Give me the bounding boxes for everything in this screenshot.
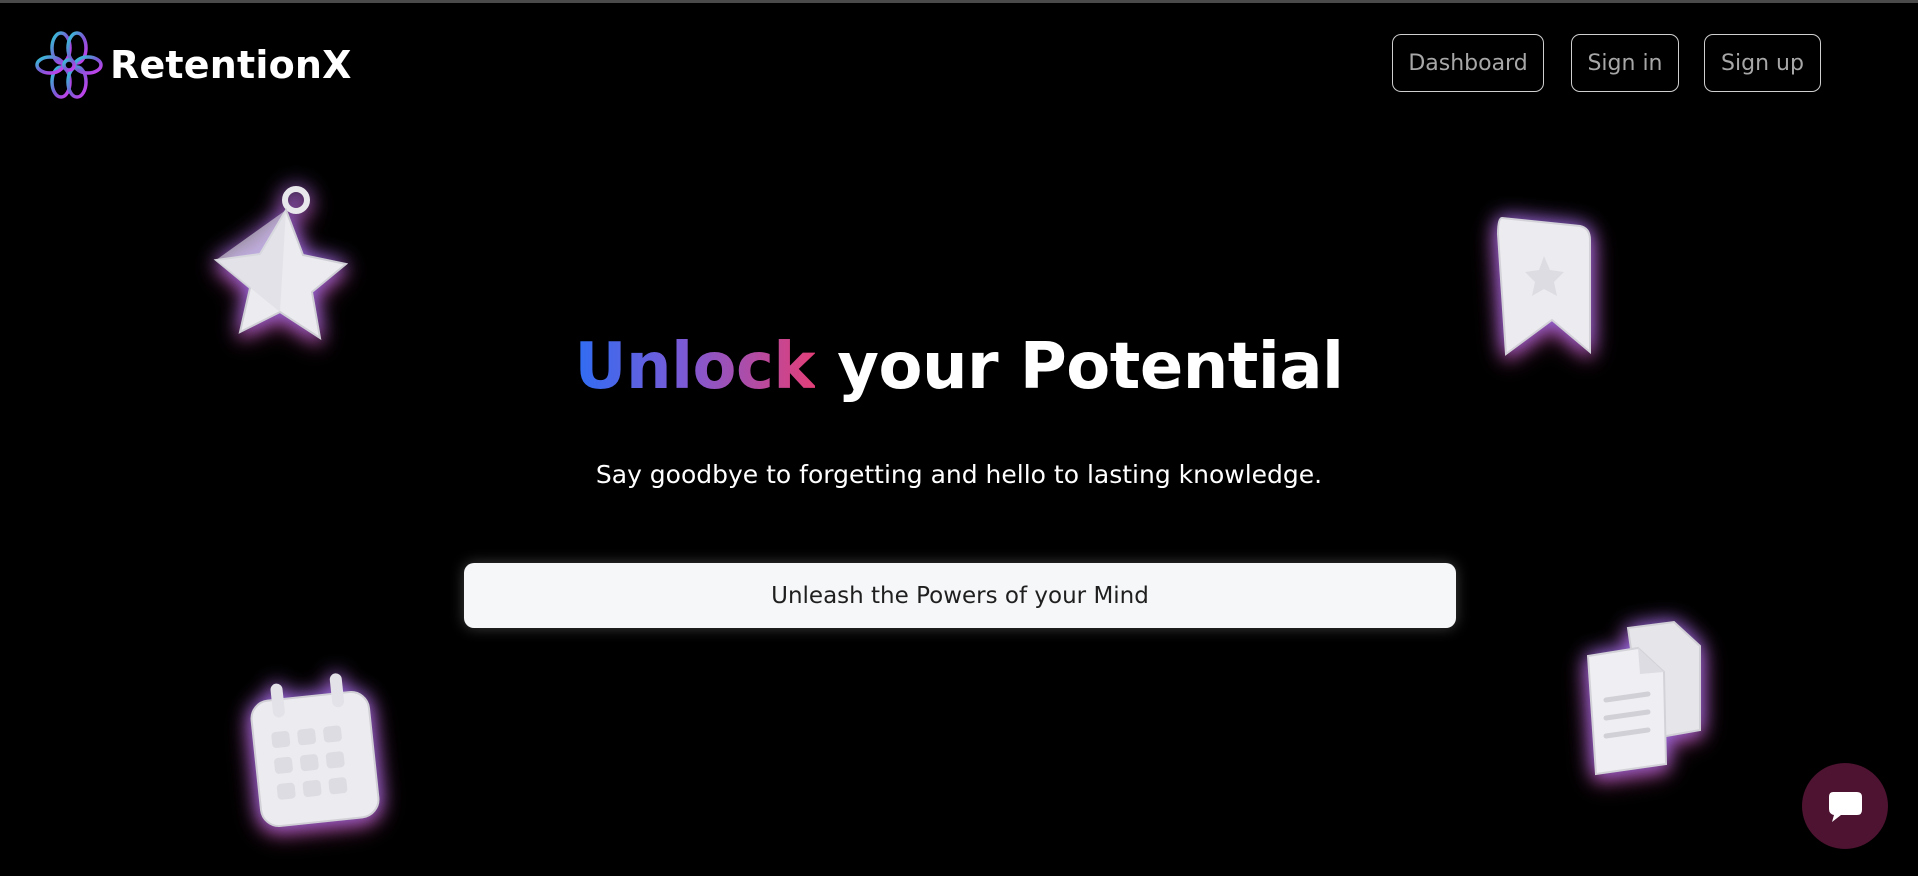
calendar-icon [250, 673, 380, 828]
logo-icon [35, 31, 103, 99]
chat-button[interactable] [1802, 763, 1888, 849]
documents-icon [1586, 620, 1701, 776]
cta-button[interactable]: Unleash the Powers of your Mind [464, 563, 1456, 628]
top-border [0, 0, 1918, 3]
signin-button[interactable]: Sign in [1571, 34, 1679, 92]
hero-title-highlight: Unlock [574, 330, 816, 404]
dashboard-button[interactable]: Dashboard [1392, 34, 1544, 92]
hero-title-rest: your Potential [815, 330, 1344, 404]
star-icon [213, 186, 348, 340]
hero-subtitle: Say goodbye to forgetting and hello to l… [595, 460, 1323, 489]
brand-name: RetentionX [110, 43, 352, 87]
signup-button[interactable]: Sign up [1704, 34, 1821, 92]
chat-icon [1829, 792, 1862, 822]
brand-logo[interactable]: RetentionX [34, 28, 352, 102]
hero-title: Unlock your Potential [0, 330, 1918, 404]
